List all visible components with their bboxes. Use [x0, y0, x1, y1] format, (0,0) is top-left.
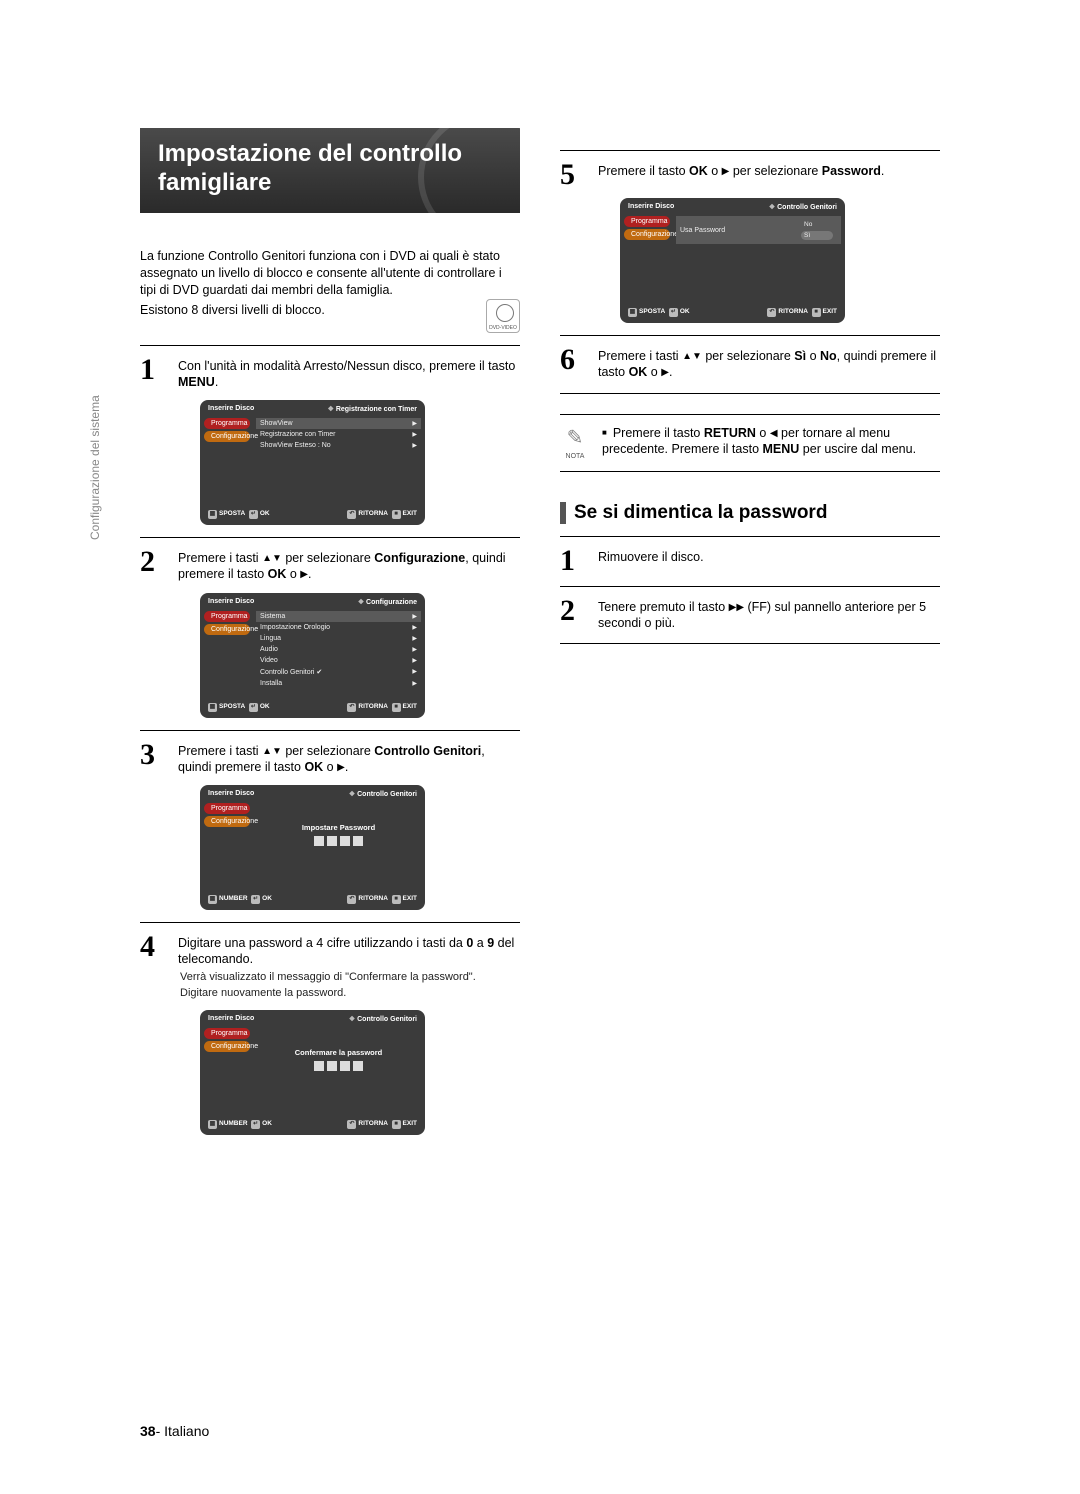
step-number: 5 — [560, 161, 588, 188]
osd-breadcrumb: Controllo Genitori — [349, 1015, 417, 1023]
step-number: 2 — [140, 548, 168, 583]
osd-screenshot-1: Inserire Disco Registrazione con Timer P… — [200, 400, 425, 525]
osd-option-no: No — [801, 220, 833, 229]
page-number: 38 — [140, 1423, 156, 1439]
osd-side-programma: Programma — [204, 803, 250, 814]
osd-side-programma: Programma — [204, 611, 250, 622]
osd-side-programma: Programma — [624, 216, 670, 227]
title-line-1: Impostazione del controllo — [158, 140, 462, 167]
step-6: 6 Premere i tasti ▲▼ per selezionare Sì … — [560, 346, 940, 381]
step-text: Premere i tasti ▲▼ per selezionare Sì o … — [598, 346, 940, 381]
osd-row: Usa Password No Sì — [676, 216, 841, 244]
note-block: ✎ NOTA ■Premere il tasto RETURN o ◀ per … — [560, 414, 940, 472]
password-boxes — [314, 836, 363, 846]
osd-password-label: Confermare la password — [256, 1048, 421, 1057]
title-line-2: famigliare — [158, 169, 271, 196]
step-1: 1 Con l'unità in modalità Arresto/Nessun… — [140, 356, 520, 391]
osd-side-programma: Programma — [204, 1028, 250, 1039]
step-a: 1 Rimuovere il disco. — [560, 547, 940, 574]
intro-text: La funzione Controllo Genitori funziona … — [140, 248, 520, 299]
osd-row: Impostazione Orologio▶ — [256, 622, 421, 633]
step-number: 1 — [560, 547, 588, 574]
step-text: Digitare una password a 4 cifre utilizza… — [178, 933, 520, 968]
osd-screenshot-5: Inserire Disco Controllo Genitori Progra… — [620, 198, 845, 323]
osd-side-config: Configurazione — [204, 816, 250, 827]
subheading-forgot-password: Se si dimentica la password — [560, 502, 940, 524]
step-number: 1 — [140, 356, 168, 391]
note-text: ■Premere il tasto RETURN o ◀ per tornare… — [602, 425, 940, 461]
subhead-bar-icon — [560, 502, 566, 524]
step-number: 2 — [560, 597, 588, 632]
step-text: Rimuovere il disco. — [598, 547, 940, 574]
page-title: Impostazione del controllo famigliare — [140, 128, 520, 213]
osd-row: Sistema▶ — [256, 611, 421, 622]
osd-password-label: Impostare Password — [256, 823, 421, 832]
step-text: Tenere premuto il tasto ▶▶ (FF) sul pann… — [598, 597, 940, 632]
osd-side-programma: Programma — [204, 418, 250, 429]
subhead-text: Se si dimentica la password — [574, 502, 827, 524]
password-boxes — [314, 1061, 363, 1071]
osd-row: Lingua▶ — [256, 633, 421, 644]
osd-row: Installa▶ — [256, 678, 421, 689]
osd-breadcrumb: Registrazione con Timer — [328, 405, 417, 413]
step-2: 2 Premere i tasti ▲▼ per selezionare Con… — [140, 548, 520, 583]
step-number: 3 — [140, 741, 168, 776]
levels-label: Esistono 8 diversi livelli di blocco. — [140, 303, 325, 317]
page-content: Impostazione del controllo famigliare La… — [140, 128, 940, 1139]
step-number: 6 — [560, 346, 588, 381]
osd-screenshot-4: Inserire Disco Controllo Genitori Progra… — [200, 1010, 425, 1135]
osd-screenshot-2: Inserire Disco Configurazione Programma … — [200, 593, 425, 718]
osd-title: Inserire Disco — [208, 405, 254, 413]
osd-side-config: Configurazione — [204, 1041, 250, 1052]
step-text: Premere i tasti ▲▼ per selezionare Confi… — [178, 548, 520, 583]
osd-option-si: Sì — [801, 231, 833, 240]
osd-row: ShowView Esteso : No▶ — [256, 440, 421, 451]
step-3: 3 Premere i tasti ▲▼ per selezionare Con… — [140, 741, 520, 776]
osd-row: Controllo Genitori ✔▶ — [256, 666, 421, 678]
left-column: Impostazione del controllo famigliare La… — [140, 128, 520, 1139]
step-5: 5 Premere il tasto OK o ▶ per selezionar… — [560, 161, 940, 188]
step-4: 4 Digitare una password a 4 cifre utiliz… — [140, 933, 520, 968]
osd-screenshot-3: Inserire Disco Controllo Genitori Progra… — [200, 785, 425, 910]
osd-row: Video▶ — [256, 655, 421, 666]
right-column: 5 Premere il tasto OK o ▶ per selezionar… — [560, 128, 940, 1139]
step-b: 2 Tenere premuto il tasto ▶▶ (FF) sul pa… — [560, 597, 940, 632]
levels-text: Esistono 8 diversi livelli di blocco. DV… — [140, 303, 520, 317]
osd-breadcrumb: Controllo Genitori — [769, 203, 837, 211]
note-icon: ✎ — [560, 425, 590, 452]
page-footer: 38- Italiano — [140, 1423, 209, 1439]
osd-row: ShowView▶ — [256, 418, 421, 429]
osd-side-config: Configurazione — [204, 431, 250, 442]
step-number: 4 — [140, 933, 168, 968]
step-text: Premere il tasto OK o ▶ per selezionare … — [598, 161, 940, 188]
note-label: NOTA — [560, 452, 590, 461]
osd-breadcrumb: Configurazione — [358, 598, 417, 606]
page-language: Italiano — [164, 1423, 209, 1439]
step-text: Con l'unità in modalità Arresto/Nessun d… — [178, 356, 520, 391]
dvd-video-icon: DVD-VIDEO — [486, 299, 520, 333]
osd-title: Inserire Disco — [628, 203, 674, 211]
osd-breadcrumb: Controllo Genitori — [349, 790, 417, 798]
osd-title: Inserire Disco — [208, 790, 254, 798]
osd-side-config: Configurazione — [624, 229, 670, 240]
osd-title: Inserire Disco — [208, 598, 254, 606]
osd-side-config: Configurazione — [204, 624, 250, 635]
osd-title: Inserire Disco — [208, 1015, 254, 1023]
step-4-sub2: Digitare nuovamente la password. — [180, 986, 520, 1000]
step-text: Premere i tasti ▲▼ per selezionare Contr… — [178, 741, 520, 776]
osd-row: Registrazione con Timer▶ — [256, 429, 421, 440]
step-4-sub1: Verrà visualizzato il messaggio di "Conf… — [180, 970, 520, 984]
osd-row: Audio▶ — [256, 644, 421, 655]
side-section-label: Configurazione del sistema — [88, 395, 102, 540]
